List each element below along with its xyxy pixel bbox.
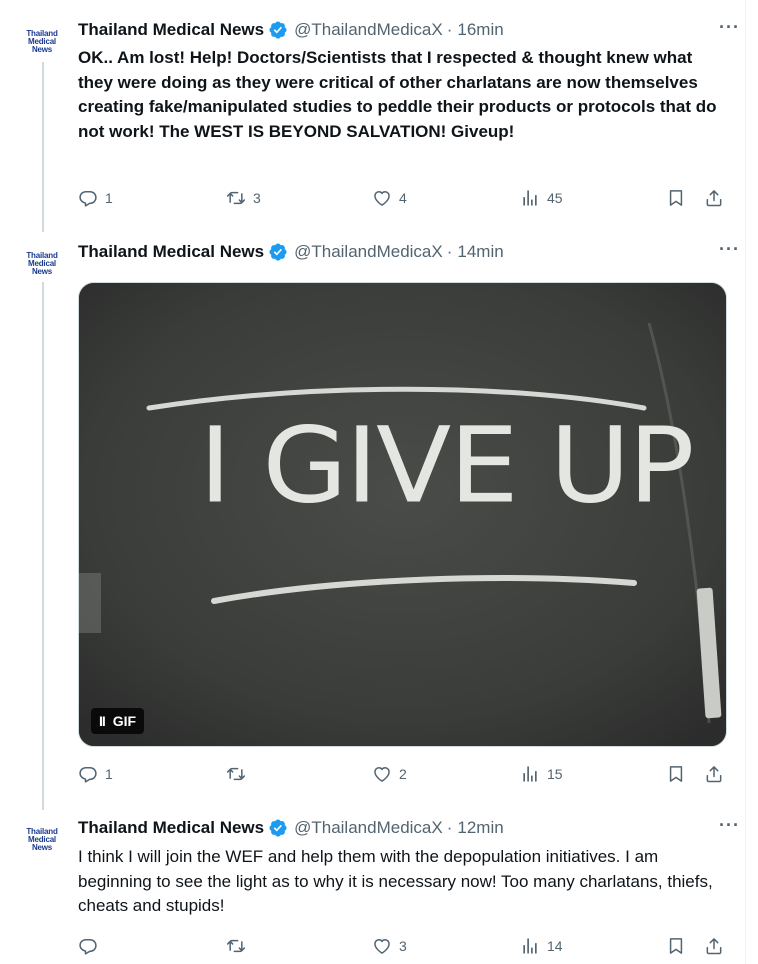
views-icon [520, 936, 540, 956]
user-handle[interactable]: @ThailandMedicaX [294, 818, 443, 838]
display-name[interactable]: Thailand Medical News [78, 20, 264, 40]
reply-button[interactable] [78, 934, 105, 958]
gif-media[interactable]: I GIVE UP II GIF [78, 282, 727, 747]
thread-line [42, 62, 44, 232]
tweet-header: Thailand Medical News @ThailandMedicaX ·… [78, 815, 740, 839]
tweet-actions: 1 2 15 [78, 762, 730, 786]
tweet-header: Thailand Medical News @ThailandMedicaX ·… [78, 239, 740, 263]
views-button[interactable]: 15 [520, 762, 563, 786]
retweet-icon [226, 188, 246, 208]
avatar-text: News [31, 267, 53, 276]
pause-icon[interactable]: II [99, 713, 106, 729]
more-icon[interactable]: ··· [719, 239, 740, 260]
avatar[interactable]: Thailand Medical News [22, 30, 62, 70]
views-count: 15 [547, 766, 563, 782]
chalkboard-image: I GIVE UP [79, 283, 726, 746]
views-icon [520, 764, 540, 784]
tweet-text: I think I will join the WEF and help the… [78, 847, 713, 915]
display-name[interactable]: Thailand Medical News [78, 818, 264, 838]
bookmark-icon [666, 764, 686, 784]
separator-dot: · [446, 20, 453, 39]
like-button[interactable]: 3 [372, 934, 407, 958]
verified-badge-icon[interactable] [268, 242, 288, 262]
retweet-count: 3 [253, 190, 261, 206]
more-icon[interactable]: ··· [719, 17, 740, 38]
reply-button[interactable]: 1 [78, 186, 113, 210]
views-count: 14 [547, 938, 563, 954]
tweet-text: OK.. Am lost! Help! Doctors/Scientists t… [78, 48, 717, 141]
retweet-icon [226, 936, 246, 956]
bookmark-icon [666, 936, 686, 956]
tweet-actions: 3 14 [78, 934, 730, 958]
bookmark-button[interactable] [666, 762, 686, 786]
user-handle[interactable]: @ThailandMedicaX [294, 242, 443, 262]
verified-badge-icon[interactable] [268, 818, 288, 838]
retweet-button[interactable] [226, 934, 253, 958]
reply-count: 1 [105, 766, 113, 782]
bookmark-button[interactable] [666, 186, 686, 210]
timestamp[interactable]: 16min [457, 20, 503, 40]
reply-count: 1 [105, 190, 113, 206]
avatar[interactable]: Thailand Medical News [22, 828, 62, 868]
reply-icon [78, 188, 98, 208]
chalk-text: I GIVE UP [199, 405, 693, 527]
like-icon [372, 936, 392, 956]
user-handle[interactable]: @ThailandMedicaX [294, 20, 443, 40]
views-button[interactable]: 45 [520, 186, 563, 210]
like-icon [372, 188, 392, 208]
separator-dot: · [446, 242, 453, 261]
timestamp[interactable]: 14min [457, 242, 503, 262]
avatar-text: News [31, 45, 53, 54]
like-button[interactable]: 2 [372, 762, 407, 786]
tweet-header: Thailand Medical News @ThailandMedicaX ·… [78, 17, 740, 41]
share-button[interactable] [704, 186, 724, 210]
display-name[interactable]: Thailand Medical News [78, 242, 264, 262]
separator-dot: · [446, 818, 453, 837]
like-count: 3 [399, 938, 407, 954]
timeline-border [745, 0, 746, 964]
share-icon [704, 936, 724, 956]
like-button[interactable]: 4 [372, 186, 407, 210]
avatar-text: News [31, 843, 53, 852]
thread-line [42, 282, 44, 810]
retweet-icon [226, 764, 246, 784]
timestamp[interactable]: 12min [457, 818, 503, 838]
reply-icon [78, 764, 98, 784]
gif-label: GIF [112, 713, 137, 729]
reply-icon [78, 936, 98, 956]
share-button[interactable] [704, 762, 724, 786]
avatar[interactable]: Thailand Medical News [22, 252, 62, 292]
retweet-button[interactable]: 3 [226, 186, 261, 210]
share-icon [704, 188, 724, 208]
views-button[interactable]: 14 [520, 934, 563, 958]
reply-button[interactable]: 1 [78, 762, 113, 786]
verified-badge-icon[interactable] [268, 20, 288, 40]
gif-badge[interactable]: II GIF [91, 708, 145, 734]
bookmark-button[interactable] [666, 934, 686, 958]
tweet-actions: 1 3 4 45 [78, 186, 730, 210]
views-icon [520, 188, 540, 208]
more-icon[interactable]: ··· [719, 815, 740, 836]
share-button[interactable] [704, 934, 724, 958]
bookmark-icon [666, 188, 686, 208]
views-count: 45 [547, 190, 563, 206]
retweet-button[interactable] [226, 762, 253, 786]
like-count: 4 [399, 190, 407, 206]
like-icon [372, 764, 392, 784]
share-icon [704, 764, 724, 784]
like-count: 2 [399, 766, 407, 782]
